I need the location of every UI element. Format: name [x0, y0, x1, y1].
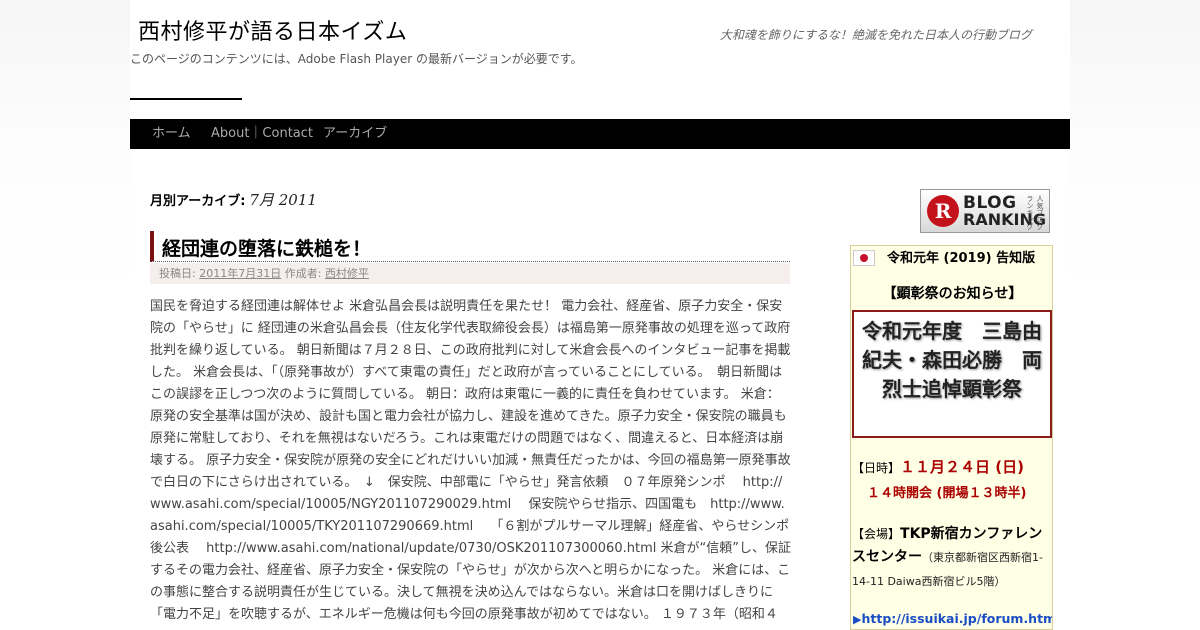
event-venue: 【会場】TKP新宿カンファレンスセンター（東京都新宿区西新宿1-14-11 Da…	[852, 522, 1052, 593]
japan-flag-icon	[853, 250, 875, 266]
event-date-line: 【日時】１１月２４日 (日)	[852, 456, 1024, 477]
post-title[interactable]: 経団連の堕落に鉄槌を！	[162, 234, 371, 261]
event-date: １１月２４日 (日)	[900, 458, 1024, 476]
header-divider	[130, 98, 242, 100]
site-title[interactable]: 西村修平が語る日本イズム	[138, 14, 407, 46]
post-date-link[interactable]: 2011年7月31日	[199, 267, 281, 280]
author-label: 作成者:	[284, 267, 322, 280]
archive-month: 7月 2011	[249, 191, 317, 209]
ranking-logo-icon: R	[927, 195, 959, 227]
page-wrapper: 西村修平が語る日本イズム 大和魂を飾りにするな！絶滅を免れた日本人の行動ブログ …	[130, 0, 1070, 630]
nav-item-archive[interactable]: アーカイブ	[323, 119, 387, 149]
nav-item-home[interactable]: ホーム	[152, 119, 191, 149]
notice-heading: 令和元年 (2019) 告知版	[887, 251, 1036, 266]
event-name: 令和元年度 三島由紀夫・森田必勝 両烈士追悼顕彰祭	[862, 319, 1042, 401]
archive-label: 月別アーカイブ:	[150, 194, 246, 209]
flash-notice: このページのコンテンツには、Adobe Flash Player の最新バージョ…	[130, 52, 583, 66]
archive-heading: 月別アーカイブ: 7月 2011	[150, 189, 317, 210]
forum-link-text[interactable]: http://issuikai.jp/forum.html	[861, 611, 1052, 626]
post-author-link[interactable]: 西村修平	[325, 267, 369, 280]
post-body: 国民を脅迫する経団連は解体せよ 米倉弘昌会長は説明責任を果たせ！ 電力会社、経産…	[150, 299, 791, 622]
notice-title: 【顕彰祭のお知らせ】	[882, 286, 1023, 302]
blog-ranking-banner[interactable]: R BLOG RANKING 人気ブログランキング	[920, 189, 1050, 233]
post-header: 経団連の堕落に鉄槌を！	[150, 231, 790, 262]
event-time: １４時開会 (開場１３時半)	[867, 486, 1027, 501]
event-name-box: 令和元年度 三島由紀夫・森田必勝 両烈士追悼顕彰祭	[852, 310, 1052, 438]
main-nav: ホーム About｜Contact アーカイブ	[130, 119, 1070, 149]
forum-link[interactable]: ▶http://issuikai.jp/forum.html	[853, 611, 1052, 626]
date-label: 【日時】	[852, 461, 901, 475]
post-meta: 投稿日: 2011年7月31日 作成者: 西村修平	[150, 263, 790, 284]
nav-item-about-contact[interactable]: About｜Contact	[211, 119, 313, 149]
ranking-subtext: 人気ブログランキング	[1026, 195, 1044, 230]
event-notice-panel: 令和元年 (2019) 告知版 【顕彰祭のお知らせ】 令和元年度 三島由紀夫・森…	[850, 245, 1053, 630]
site-description: 大和魂を飾りにするな！絶滅を免れた日本人の行動ブログ	[719, 28, 1032, 42]
venue-label: 【会場】	[852, 527, 901, 541]
posted-label: 投稿日:	[159, 267, 196, 280]
